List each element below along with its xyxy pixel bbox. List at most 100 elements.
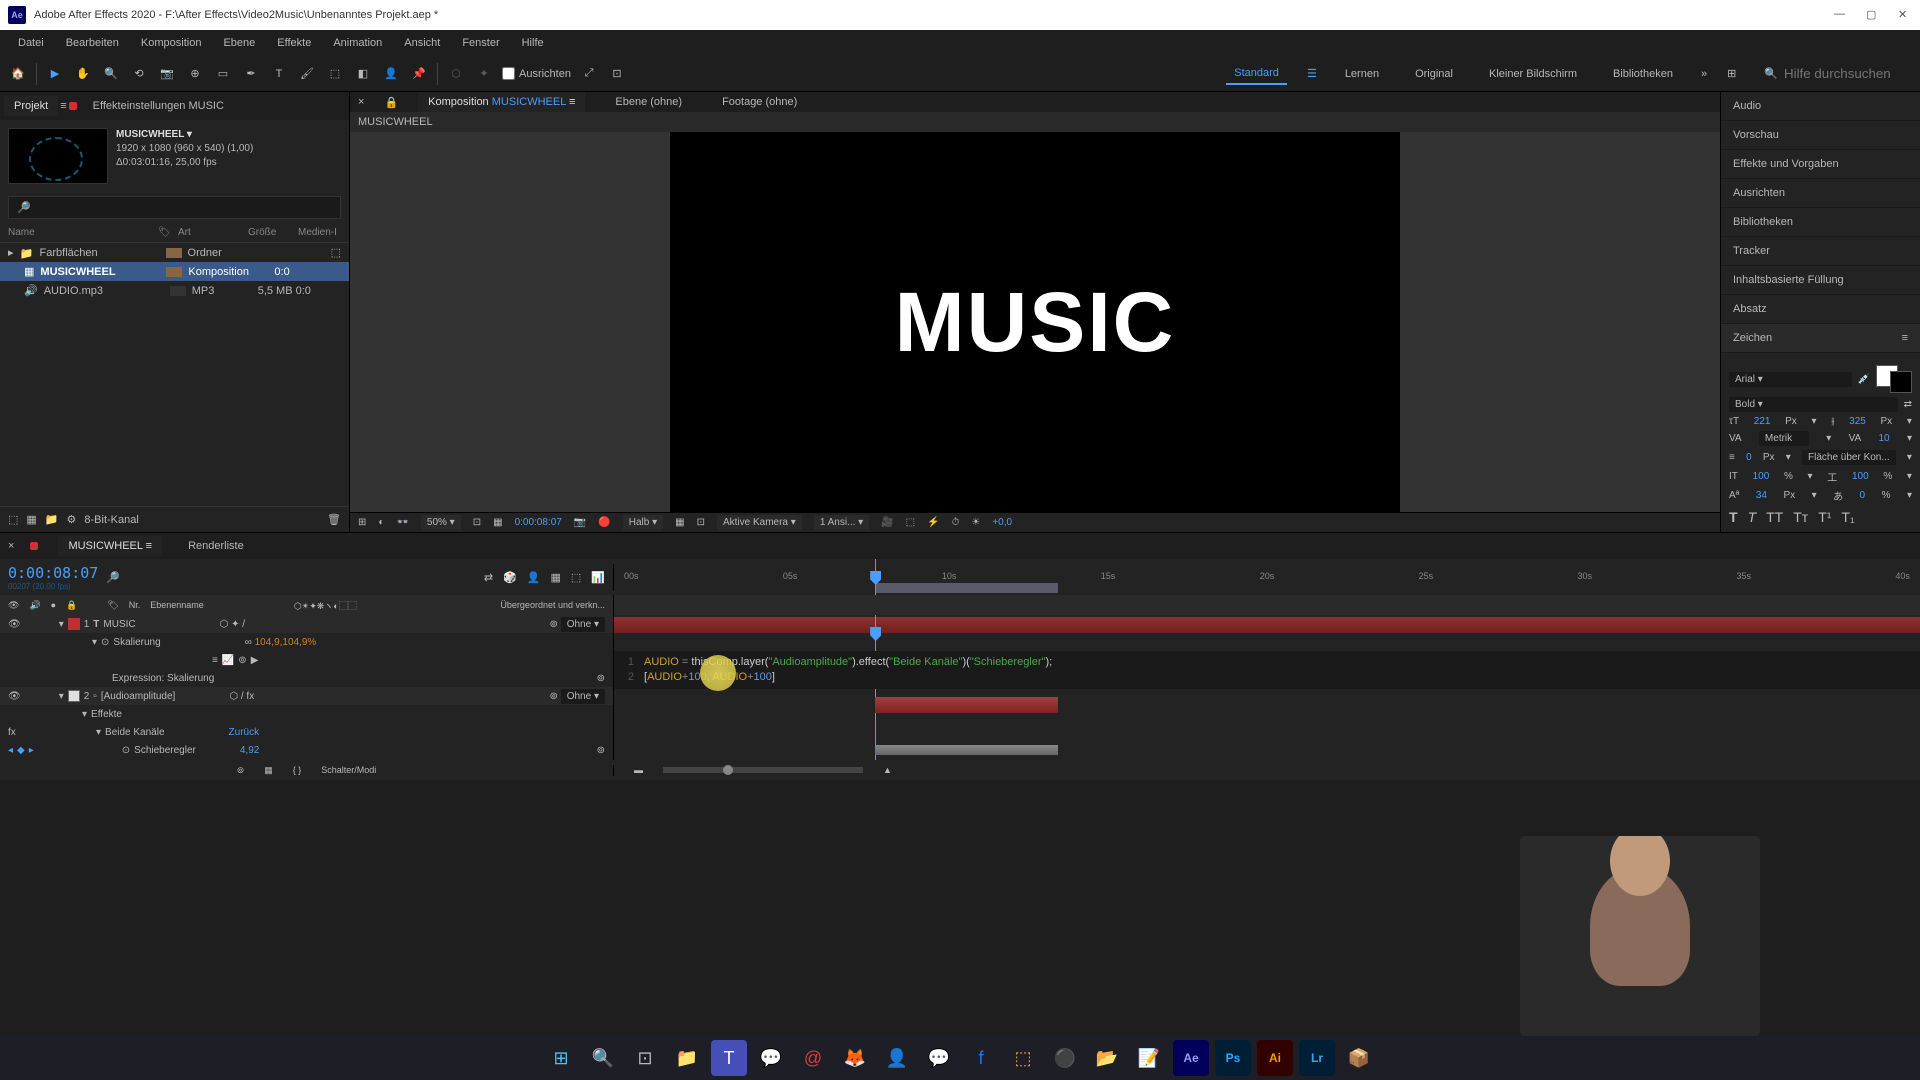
time-icon[interactable]: ⏱ <box>952 517 960 528</box>
scale-value[interactable]: 104,9,104,9% <box>255 637 317 648</box>
swap-colors-icon[interactable]: ⇄ <box>1904 399 1912 410</box>
res-icon[interactable]: ⊡ <box>473 517 481 528</box>
panel-inhaltsbasierte[interactable]: Inhaltsbasierte Füllung <box>1721 266 1920 295</box>
zoom-out-icon[interactable]: ▬ <box>634 765 643 775</box>
menu-effekte[interactable]: Effekte <box>267 33 321 53</box>
superscript-button[interactable]: T¹ <box>1818 509 1831 525</box>
lock-toggle-icon[interactable]: 🔒 <box>66 600 77 611</box>
snap2-icon[interactable]: ⊡ <box>607 64 627 84</box>
panel-vorschau[interactable]: Vorschau <box>1721 121 1920 150</box>
explorer-icon[interactable]: 📁 <box>669 1040 705 1076</box>
menu-ebene[interactable]: Ebene <box>213 33 265 53</box>
zoom-in-icon[interactable]: ▲ <box>883 765 892 775</box>
panel-ausrichten[interactable]: Ausrichten <box>1721 179 1920 208</box>
snap-icon[interactable]: ⤢ <box>579 64 599 84</box>
workspace-menu-icon[interactable]: ☰ <box>1307 67 1317 80</box>
tab-projekt[interactable]: Projekt <box>4 96 58 116</box>
zoom-slider[interactable] <box>663 767 863 773</box>
video-on-icon[interactable]: 👁 <box>8 619 21 630</box>
camera-tool-icon[interactable]: 📷 <box>157 64 177 84</box>
expand-icon[interactable]: ▾ <box>92 637 97 648</box>
motion-blur-icon[interactable]: ⬚ <box>571 571 581 584</box>
files-icon[interactable]: 📂 <box>1089 1040 1125 1076</box>
schalter-modi-label[interactable]: Schalter/Modi <box>321 765 376 775</box>
composition-viewer[interactable]: MUSIC <box>350 132 1720 512</box>
label-red[interactable] <box>68 618 80 630</box>
parent-dropdown[interactable]: Ohne ▾ <box>561 617 605 632</box>
font-family-dropdown[interactable]: Arial ▾ <box>1729 372 1852 387</box>
obs-icon[interactable]: ⚫ <box>1047 1040 1083 1076</box>
prop-effekte[interactable]: ▾ Effekte <box>0 705 613 723</box>
maximize-icon[interactable]: ▢ <box>1866 8 1880 22</box>
hscale-input[interactable]: 100 <box>1852 471 1869 482</box>
allcaps-button[interactable]: TT <box>1766 509 1783 525</box>
expr-lang-icon[interactable]: ▶ <box>251 655 259 666</box>
timeline-search-input[interactable]: 🔎 <box>106 571 120 584</box>
app-icon[interactable]: 👤 <box>879 1040 915 1076</box>
label-col-icon[interactable]: 🏷 <box>107 600 118 611</box>
menu-animation[interactable]: Animation <box>323 33 392 53</box>
roto-tool-icon[interactable]: 👤 <box>381 64 401 84</box>
label-swatch[interactable] <box>166 267 182 277</box>
col-media[interactable]: Medien-I <box>298 227 337 238</box>
teams-icon[interactable]: T <box>711 1040 747 1076</box>
zoom-tool-icon[interactable]: 🔍 <box>101 64 121 84</box>
bold-button[interactable]: T <box>1729 509 1738 525</box>
grid-icon[interactable]: ⊞ <box>358 517 366 528</box>
workspace-reset-icon[interactable]: ⊞ <box>1727 67 1736 80</box>
prop-schieberegler[interactable]: ◂◆▸ ⊙ Schieberegler 4,92 ⊚ <box>0 741 613 759</box>
toggle-modes-icon[interactable]: ▦ <box>264 765 273 776</box>
draft-icon[interactable]: ⬚ <box>906 517 915 528</box>
tab-timeline-comp[interactable]: MUSICWHEEL ≡ <box>58 536 162 556</box>
video-toggle-icon[interactable]: 👁 <box>8 600 19 611</box>
facebook-icon[interactable]: f <box>963 1040 999 1076</box>
align-checkbox[interactable] <box>502 67 515 80</box>
roi-icon[interactable]: ▦ <box>493 517 502 528</box>
panel-absatz[interactable]: Absatz <box>1721 295 1920 324</box>
tab-footage[interactable]: Footage (ohne) <box>712 92 807 112</box>
bezier-icon[interactable]: ✦ <box>474 64 494 84</box>
tab-effekteinstellungen[interactable]: Effekteinstellungen MUSIC <box>83 96 234 116</box>
lightroom-icon[interactable]: Lr <box>1299 1040 1335 1076</box>
timeline-layer-1[interactable]: 👁 ▾ 1 T MUSIC ⬡ ✦ / ⊚ Ohne ▾ <box>0 615 613 633</box>
graph-editor-icon[interactable]: 📊 <box>591 571 605 584</box>
home-icon[interactable]: 🏠 <box>8 64 28 84</box>
transparency-icon[interactable]: ▦ <box>675 517 684 528</box>
panel-tracker[interactable]: Tracker <box>1721 237 1920 266</box>
panel-menu-icon[interactable]: ≡ <box>60 100 66 112</box>
help-search-input[interactable] <box>1784 66 1904 81</box>
close-icon[interactable]: ✕ <box>1898 8 1912 22</box>
new-folder-icon[interactable]: 📁 <box>45 513 59 526</box>
start-icon[interactable]: ⊞ <box>543 1040 579 1076</box>
prop-beide-kanaele[interactable]: fx▾ Beide KanäleZurück <box>0 723 613 741</box>
playhead[interactable] <box>875 559 876 595</box>
layer-bar-music[interactable] <box>614 617 1920 633</box>
audio-waveform-bar[interactable] <box>875 745 1058 755</box>
color-depth[interactable]: 8-Bit-Kanal <box>84 514 138 526</box>
kerning-dropdown[interactable]: Metrik <box>1759 431 1809 446</box>
trash-icon[interactable]: 🗑 <box>327 513 341 526</box>
mail-icon[interactable]: @ <box>795 1040 831 1076</box>
new-comp-icon[interactable]: ▦ <box>26 513 36 526</box>
comp-close-icon[interactable]: × <box>358 96 364 108</box>
eraser-tool-icon[interactable]: ◧ <box>353 64 373 84</box>
keyframe-toggle-icon[interactable]: ◆ <box>17 745 25 756</box>
resolution-dropdown[interactable]: Halb ▾ <box>623 515 663 530</box>
timeline-tracks[interactable]: 1AUDIO = thisComp.layer("Audioamplitude"… <box>614 615 1920 760</box>
menu-datei[interactable]: Datei <box>8 33 54 53</box>
guides-icon[interactable]: ⊡ <box>697 517 705 528</box>
taskview-icon[interactable]: ⊡ <box>627 1040 663 1076</box>
tsume-input[interactable]: 0 <box>1860 490 1866 501</box>
interpret-icon[interactable]: ⬚ <box>8 513 18 526</box>
workspace-more-icon[interactable]: » <box>1701 68 1707 80</box>
parent-dropdown[interactable]: Ohne ▾ <box>561 689 605 704</box>
tracking-input[interactable]: 10 <box>1879 433 1890 444</box>
comp-flowchart-icon[interactable]: ⇄ <box>484 571 493 584</box>
app2-icon[interactable]: ⬚ <box>1005 1040 1041 1076</box>
comp-thumbnail[interactable] <box>8 128 108 184</box>
prop-skalierung[interactable]: ▾ ⊙ Skalierung ∞ 104,9,104,9% <box>0 633 613 651</box>
toggle-switches-icon[interactable]: ⊚ <box>237 765 245 776</box>
views-dropdown[interactable]: 1 Ansi... ▾ <box>814 515 869 530</box>
keyframe-prev-icon[interactable]: ◂ <box>8 745 13 756</box>
menu-fenster[interactable]: Fenster <box>452 33 509 53</box>
